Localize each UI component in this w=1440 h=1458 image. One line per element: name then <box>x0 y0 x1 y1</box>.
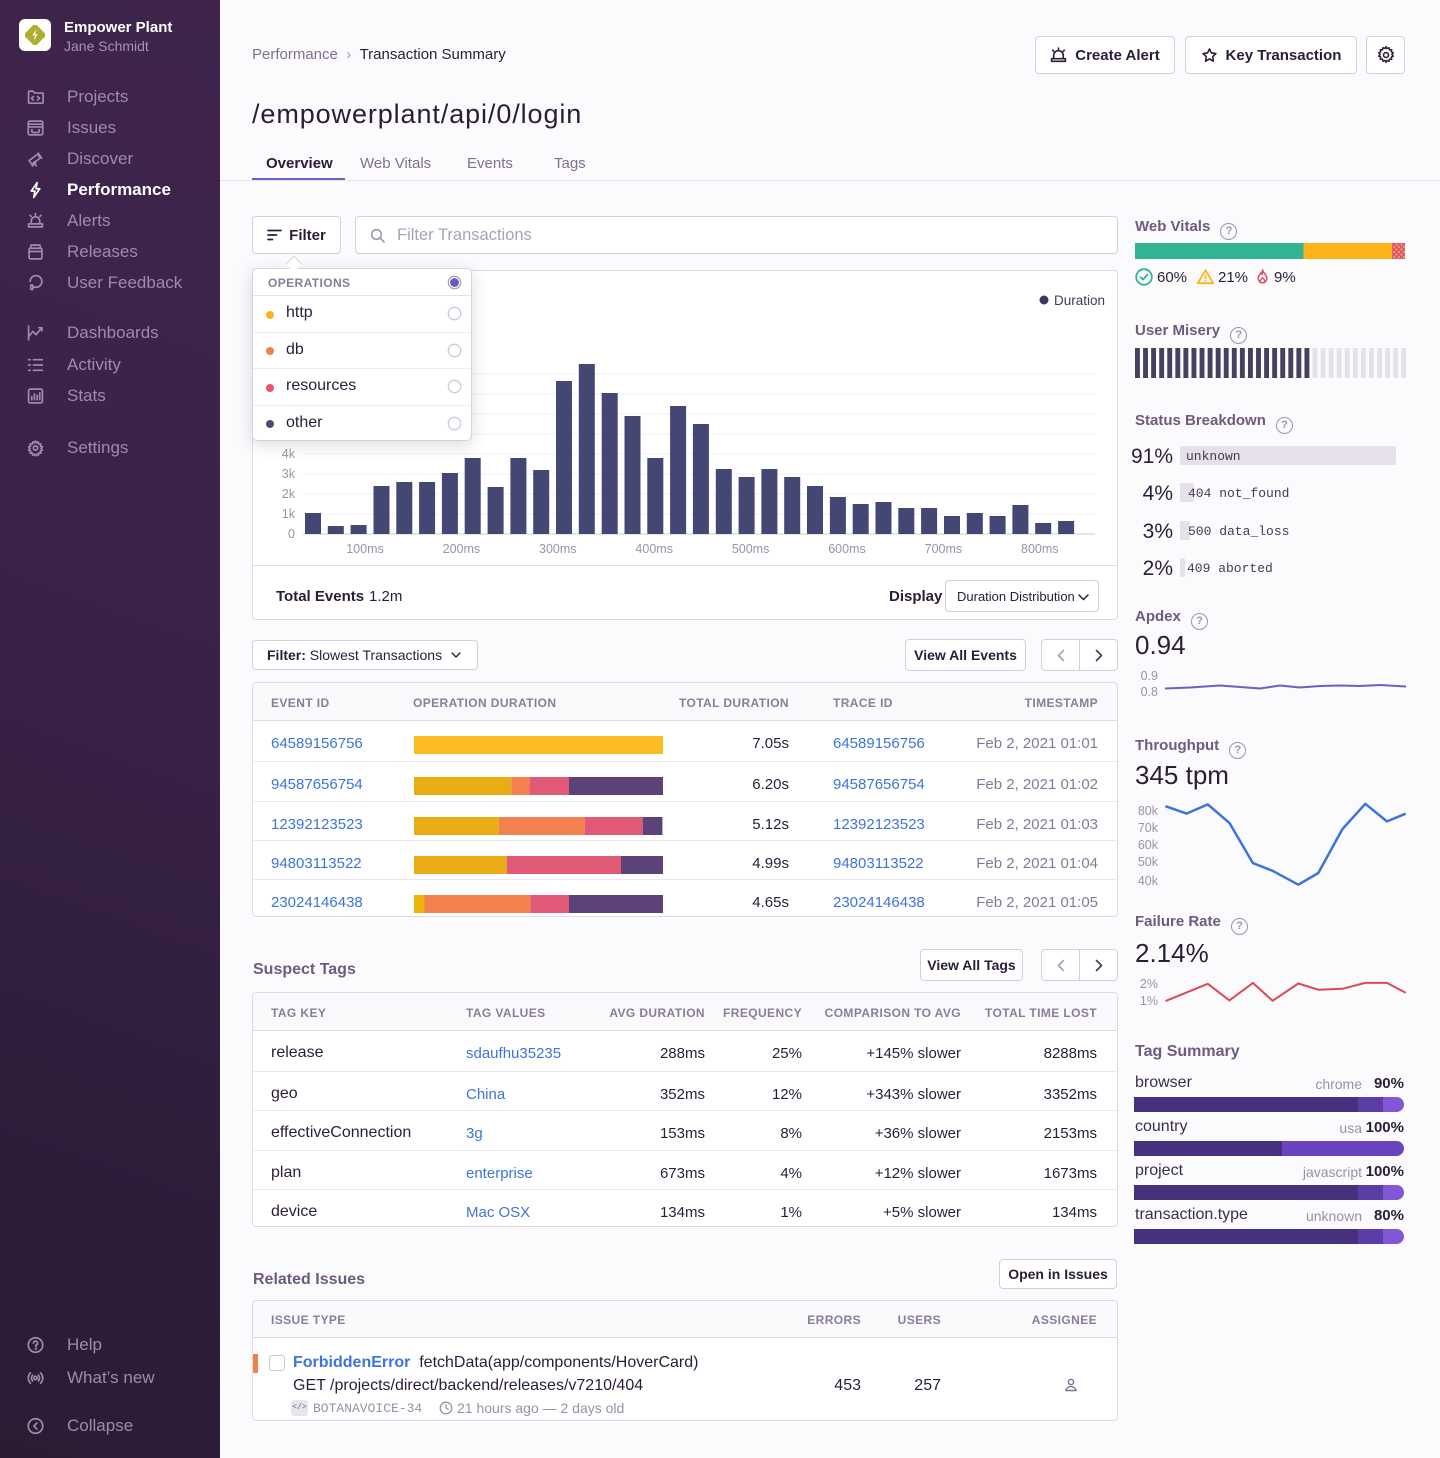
svg-text:800ms: 800ms <box>1021 542 1059 556</box>
svg-text:1%: 1% <box>1140 994 1158 1008</box>
svg-text:60k: 60k <box>1138 838 1159 852</box>
svg-text:80k: 80k <box>1138 804 1159 818</box>
svg-text:0.9: 0.9 <box>1141 669 1158 683</box>
svg-text:0: 0 <box>288 527 295 541</box>
svg-text:500ms: 500ms <box>732 542 770 556</box>
svg-text:1k: 1k <box>282 507 296 521</box>
svg-text:100ms: 100ms <box>346 542 384 556</box>
svg-text:Duration: Duration <box>1054 293 1105 308</box>
svg-text:700ms: 700ms <box>925 542 963 556</box>
svg-text:40k: 40k <box>1138 874 1159 888</box>
svg-text:2k: 2k <box>282 487 296 501</box>
svg-text:600ms: 600ms <box>828 542 866 556</box>
svg-text:400ms: 400ms <box>635 542 673 556</box>
svg-text:2%: 2% <box>1140 977 1158 991</box>
svg-text:200ms: 200ms <box>443 542 481 556</box>
svg-text:70k: 70k <box>1138 821 1159 835</box>
svg-text:300ms: 300ms <box>539 542 577 556</box>
svg-text:0.8: 0.8 <box>1141 685 1158 699</box>
svg-text:3k: 3k <box>282 467 296 481</box>
svg-text:4k: 4k <box>282 447 296 461</box>
svg-text:50k: 50k <box>1138 855 1159 869</box>
